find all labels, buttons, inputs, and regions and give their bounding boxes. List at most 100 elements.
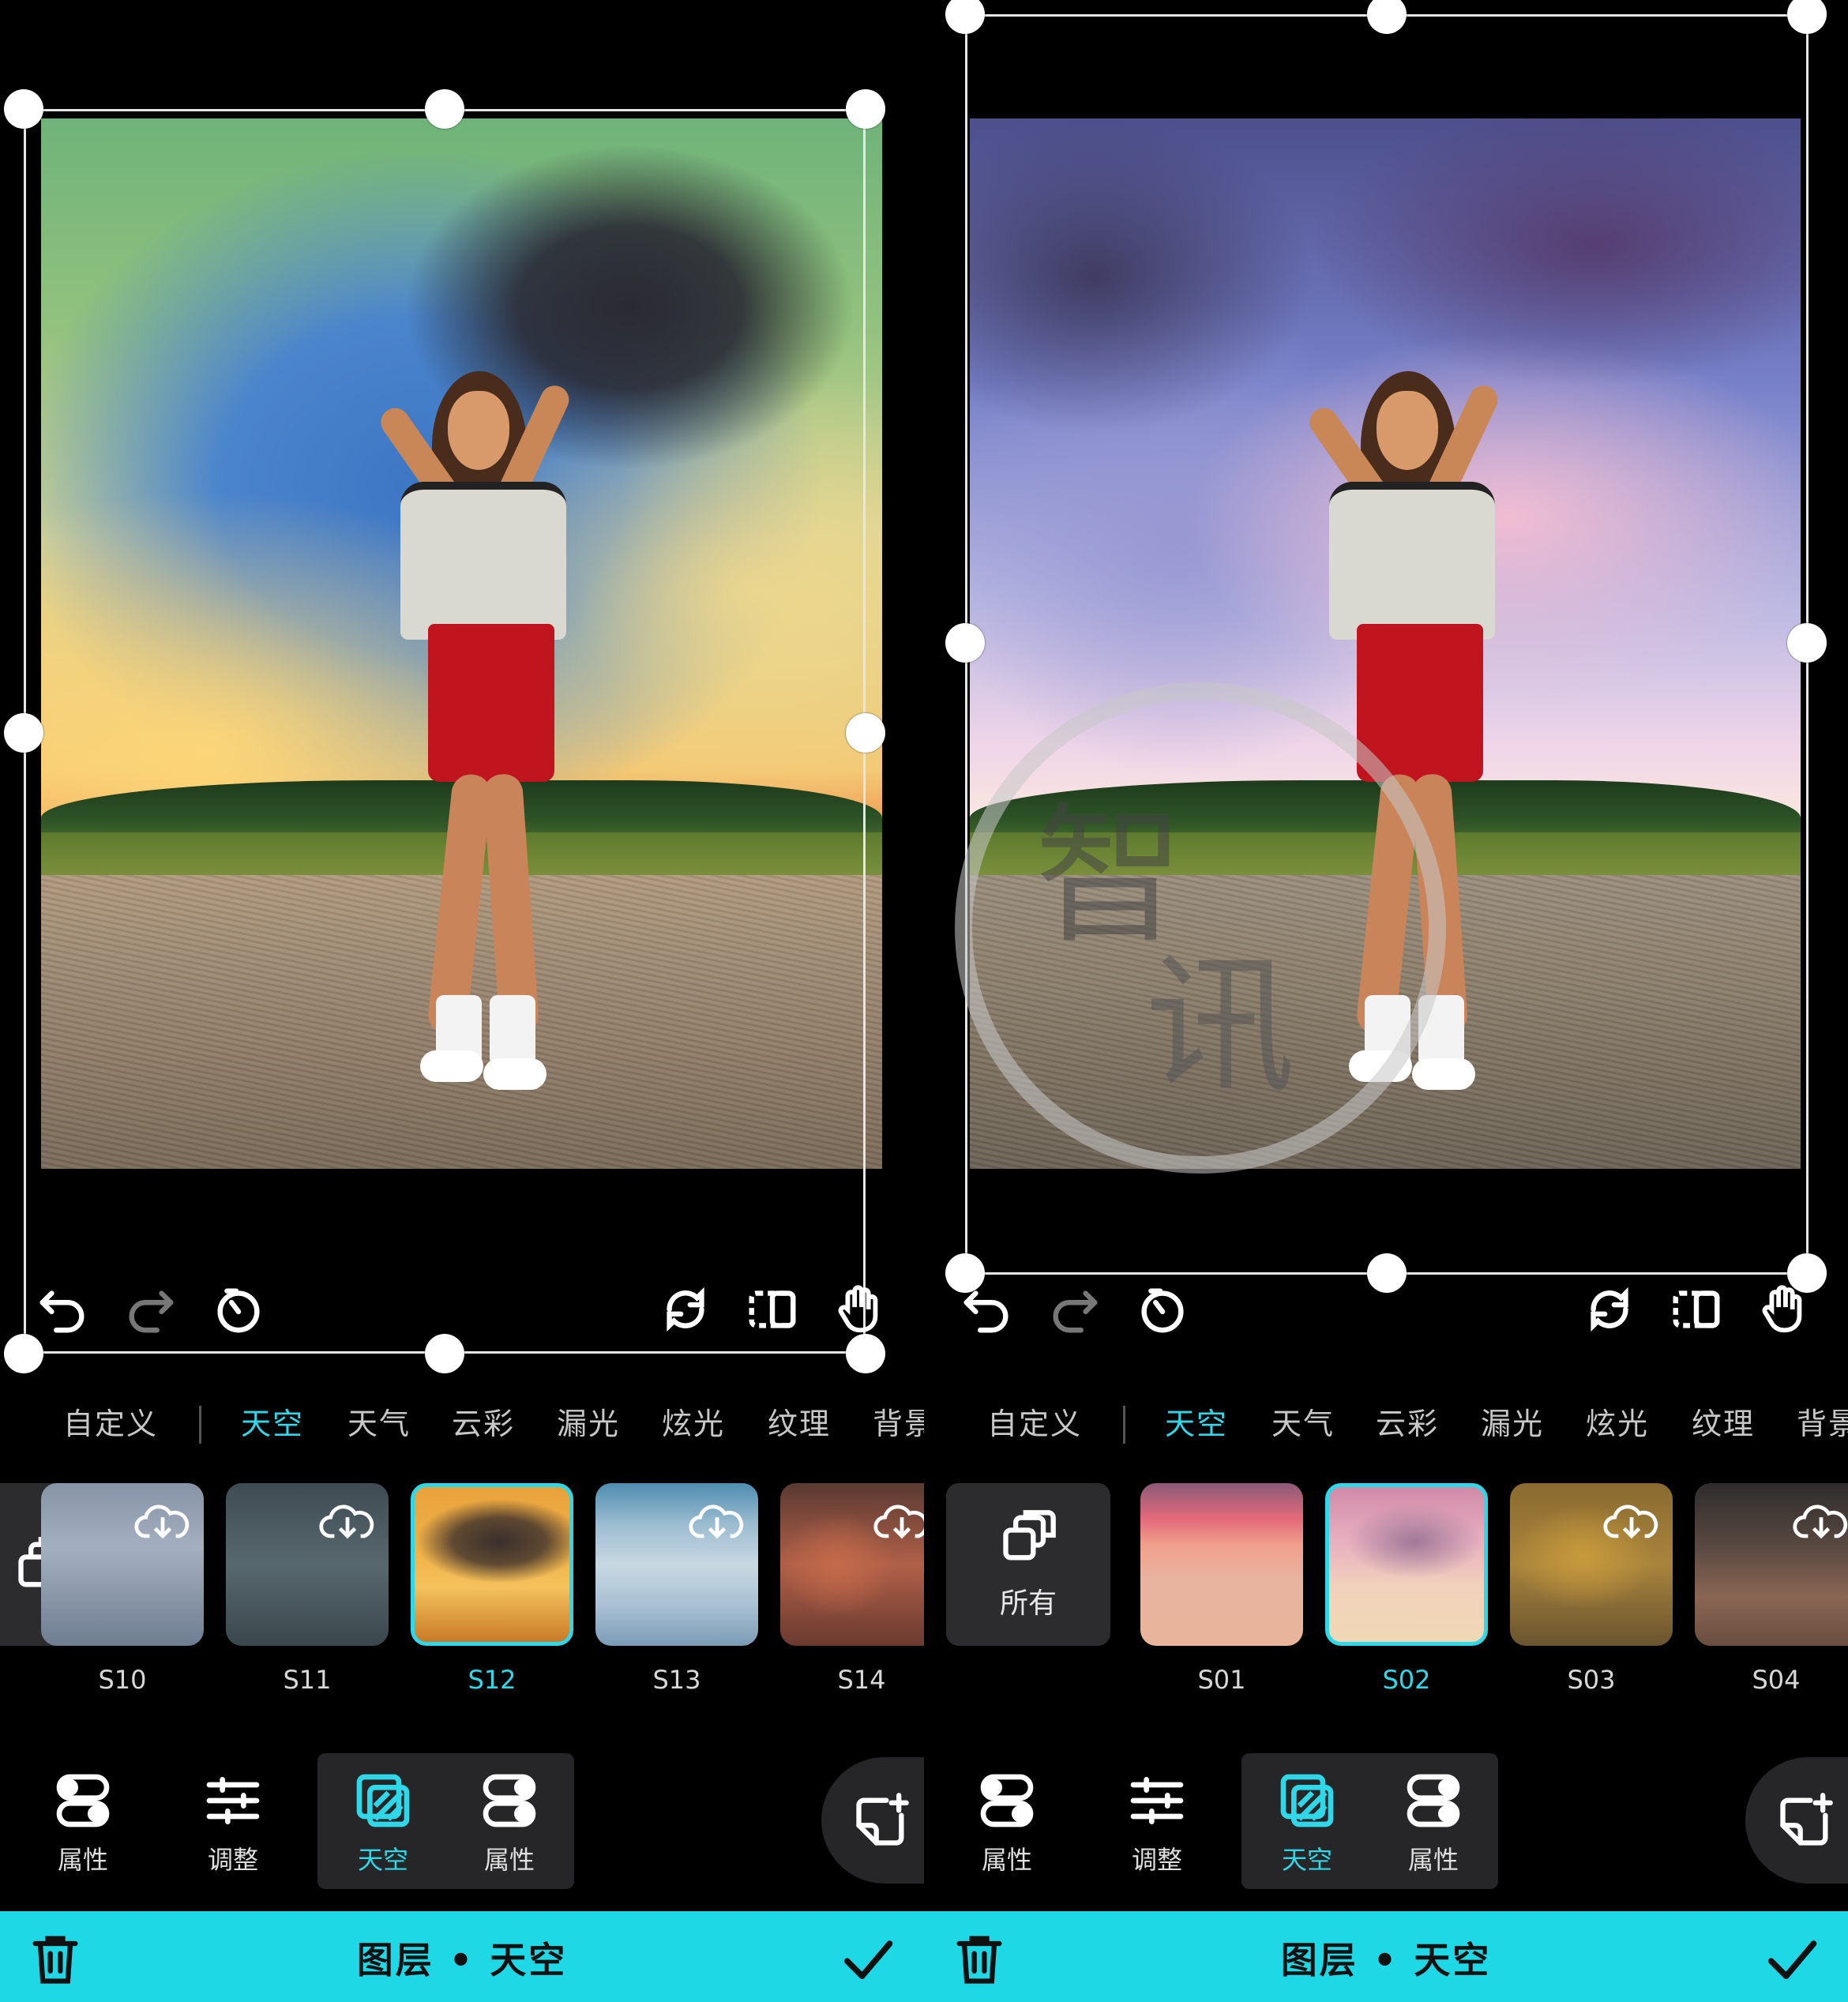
flip-button[interactable] — [1665, 1278, 1728, 1341]
preset-label: S02 — [1382, 1665, 1431, 1695]
flip-button[interactable] — [741, 1278, 804, 1341]
add-layer-button[interactable] — [821, 1757, 924, 1884]
category-tabs: 自定义 天空 天气 云彩 漏光 炫光 纹理 背景 — [924, 1399, 1848, 1455]
rotate-button[interactable] — [1578, 1278, 1641, 1341]
tab-sky[interactable]: 天空 — [1165, 1399, 1228, 1443]
dock-properties-2[interactable]: 属性 — [1374, 1761, 1493, 1887]
redo-icon — [1053, 1290, 1098, 1333]
toggle-icon — [56, 1774, 110, 1827]
dock-label: 天空 — [357, 1845, 408, 1875]
sliders-icon — [1130, 1777, 1184, 1824]
tab-flare[interactable]: 炫光 — [1586, 1399, 1649, 1443]
footer-title: 图层 • 天空 — [356, 1939, 568, 1981]
tab-clouds[interactable]: 云彩 — [1376, 1399, 1439, 1443]
all-presets-button[interactable]: 所有 — [946, 1483, 1110, 1646]
sky-preset-s01[interactable] — [1140, 1483, 1303, 1646]
tab-custom[interactable]: 自定义 — [63, 1399, 158, 1443]
rotate-icon — [667, 1286, 704, 1332]
sky-layer-selection-frame[interactable] — [24, 109, 866, 1354]
history-button[interactable] — [207, 1278, 270, 1341]
sky-preset-s13[interactable] — [595, 1483, 758, 1646]
resize-handle-top-right[interactable] — [846, 89, 885, 129]
tab-flare[interactable]: 炫光 — [662, 1399, 725, 1443]
sliders-icon — [206, 1777, 260, 1824]
add-layer-button[interactable] — [1745, 1757, 1848, 1884]
redo-icon — [129, 1290, 174, 1333]
redo-button[interactable] — [118, 1278, 182, 1341]
dock-label: 调整 — [1131, 1845, 1182, 1875]
toggle-icon — [980, 1774, 1034, 1827]
cloud-download-icon — [1793, 1504, 1848, 1539]
preset-label: S14 — [837, 1665, 886, 1695]
pan-button[interactable] — [1752, 1278, 1815, 1341]
sky-preset-s04[interactable] — [1695, 1483, 1848, 1646]
dock-adjust[interactable]: 调整 — [1098, 1761, 1216, 1887]
sky-preset-s14[interactable] — [780, 1483, 924, 1646]
sky-preset-s10[interactable] — [41, 1483, 204, 1646]
rotate-button[interactable] — [654, 1278, 717, 1341]
resize-handle-left[interactable] — [4, 713, 43, 753]
flip-icon — [749, 1290, 796, 1328]
tab-background[interactable]: 背景 — [873, 1399, 924, 1443]
undo-button[interactable] — [956, 1278, 1019, 1341]
tab-texture[interactable]: 纹理 — [1692, 1399, 1755, 1443]
tab-sky[interactable]: 天空 — [241, 1399, 304, 1443]
preset-label: S11 — [283, 1665, 332, 1695]
checkmark-icon[interactable] — [1761, 1929, 1821, 1989]
sky-preset-s03[interactable] — [1510, 1483, 1673, 1646]
preset-label: S01 — [1197, 1665, 1246, 1695]
tab-light-leak[interactable]: 漏光 — [1481, 1399, 1544, 1443]
dock-label: 属性 — [483, 1845, 535, 1875]
resize-handle-top-left[interactable] — [4, 89, 43, 129]
dock-sky[interactable]: 天空 — [1248, 1761, 1366, 1887]
tab-divider — [199, 1406, 201, 1444]
tab-background[interactable]: 背景 — [1797, 1399, 1848, 1443]
sky-preset-s11[interactable] — [226, 1483, 389, 1646]
resize-handle-right[interactable] — [846, 713, 885, 753]
sky-layer-selection-frame[interactable] — [965, 14, 1809, 1275]
left-editor-panel: 自定义 天空 天气 云彩 漏光 炫光 纹理 背景 S10 S11 S12 S13… — [0, 0, 924, 2002]
dock-properties[interactable]: 属性 — [948, 1761, 1066, 1887]
dock-label: 属性 — [57, 1845, 108, 1875]
resize-handle-top[interactable] — [425, 89, 464, 129]
tab-weather[interactable]: 天气 — [1271, 1399, 1335, 1443]
hand-icon — [838, 1285, 878, 1333]
preset-label: S03 — [1567, 1665, 1616, 1695]
sky-preset-s02[interactable] — [1325, 1483, 1488, 1646]
dock-properties-2[interactable]: 属性 — [450, 1761, 569, 1887]
sky-preset-s12[interactable] — [411, 1483, 573, 1646]
tab-custom[interactable]: 自定义 — [987, 1399, 1082, 1443]
toggle-icon — [483, 1774, 536, 1827]
resize-handle-bottom[interactable] — [1367, 1253, 1407, 1293]
dock-sky[interactable]: 天空 — [324, 1761, 442, 1887]
checkmark-icon[interactable] — [837, 1929, 897, 1989]
history-button[interactable] — [1131, 1278, 1194, 1341]
resize-handle-right[interactable] — [1787, 623, 1827, 663]
history-icon — [217, 1288, 260, 1333]
right-editor-panel: 自定义 天空 天气 云彩 漏光 炫光 纹理 背景 所有 S01 S02 S03 … — [924, 0, 1848, 2002]
resize-handle-left[interactable] — [945, 623, 985, 663]
dock-label: 调整 — [207, 1845, 258, 1875]
dock-properties[interactable]: 属性 — [24, 1761, 142, 1887]
hand-icon — [1762, 1285, 1802, 1333]
redo-button[interactable] — [1042, 1278, 1106, 1341]
tab-weather[interactable]: 天气 — [347, 1399, 411, 1443]
tab-texture[interactable]: 纹理 — [768, 1399, 831, 1443]
tab-clouds[interactable]: 云彩 — [452, 1399, 515, 1443]
sky-layer-icon — [1280, 1774, 1334, 1827]
undo-button[interactable] — [32, 1278, 95, 1341]
add-layer-icon — [1780, 1793, 1833, 1846]
cloud-download-icon — [134, 1504, 190, 1539]
resize-handle-bottom[interactable] — [425, 1334, 464, 1373]
cloud-download-icon — [873, 1504, 924, 1539]
cloud-download-icon — [319, 1504, 374, 1539]
resize-handle-top-right[interactable] — [1787, 0, 1827, 34]
preset-label: S12 — [468, 1665, 516, 1695]
dock-label: 属性 — [1407, 1845, 1459, 1875]
undo-icon — [39, 1290, 85, 1333]
footer-bar: 图层 • 天空 — [0, 1911, 924, 2002]
dock-adjust[interactable]: 调整 — [174, 1761, 292, 1887]
pan-button[interactable] — [828, 1278, 891, 1341]
layers-stack-icon — [1003, 1510, 1056, 1561]
tab-light-leak[interactable]: 漏光 — [557, 1399, 620, 1443]
